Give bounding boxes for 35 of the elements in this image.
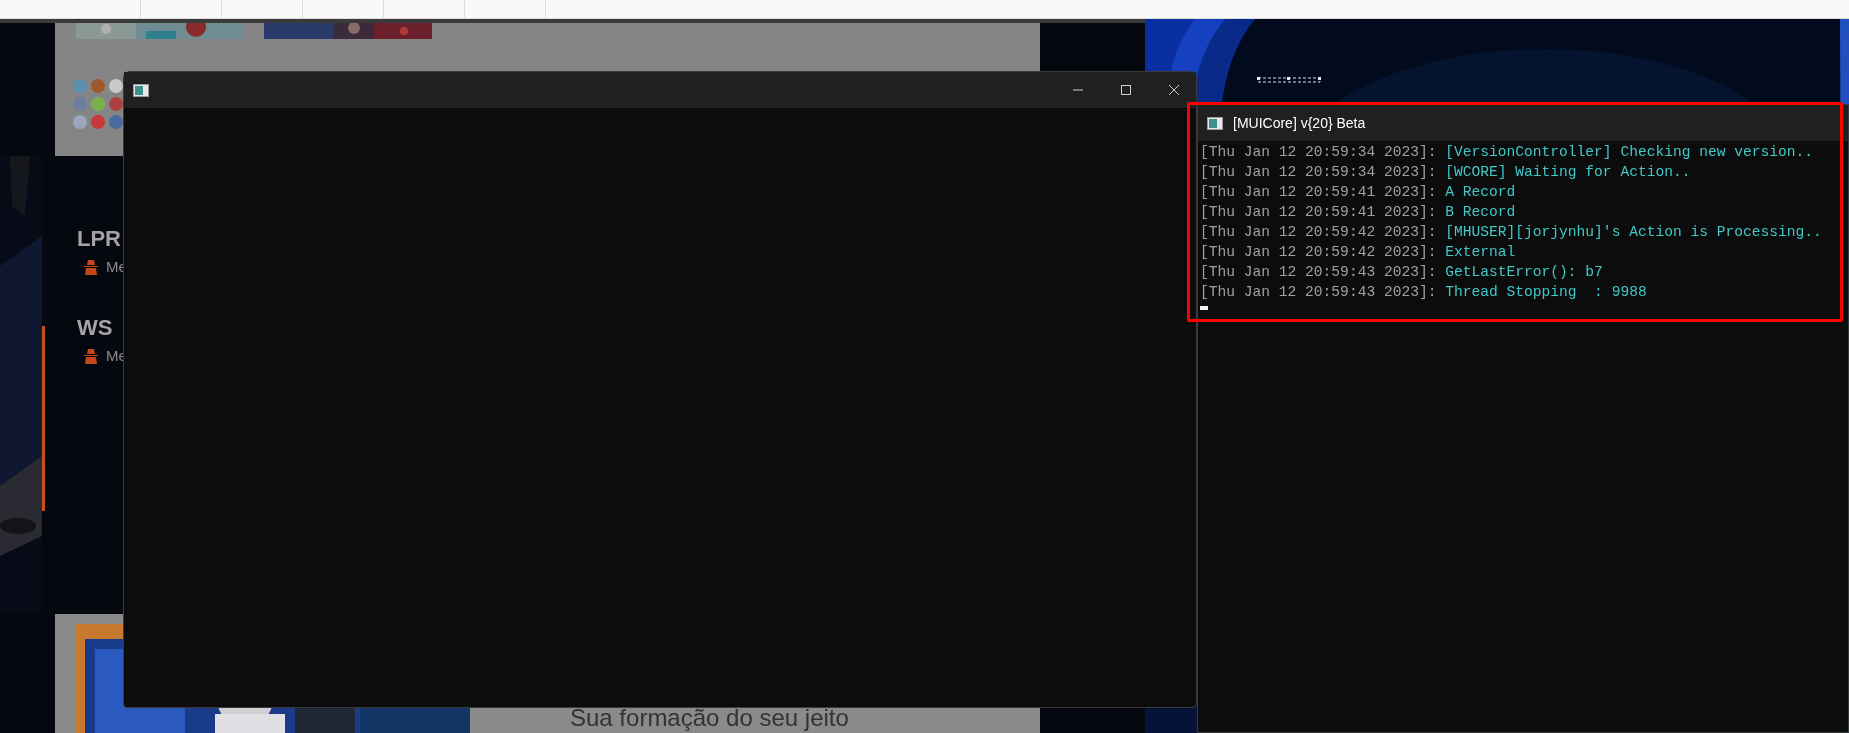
app-icon	[109, 79, 123, 93]
log-timestamp: [Thu Jan 12 20:59:43 2023]:	[1200, 263, 1437, 282]
app-icon	[109, 115, 123, 129]
article-title[interactable]: WS	[77, 315, 127, 341]
log-message: External	[1444, 243, 1516, 262]
log-message: A Record	[1444, 183, 1516, 202]
log-message: [MHUSER][jorjynhu]'s Action is Processing..	[1444, 223, 1822, 242]
log-message: Thread Stopping : 9988	[1444, 283, 1647, 302]
log-timestamp: [Thu Jan 12 20:59:41 2023]:	[1200, 183, 1437, 202]
close-icon	[1168, 84, 1180, 96]
banner-heading: Sua formação do seu jeito	[570, 704, 849, 733]
window-title: [MUICore] v{20} Beta	[1233, 115, 1366, 131]
log-message: [VersionController] Checking new version..	[1444, 143, 1814, 162]
log-timestamp: [Thu Jan 12 20:59:42 2023]:	[1200, 223, 1437, 242]
log-timestamp: [Thu Jan 12 20:59:34 2023]:	[1200, 163, 1437, 182]
app-icon	[109, 97, 123, 111]
log-message: B Record	[1444, 203, 1516, 222]
console-icon	[133, 83, 149, 97]
app-icon	[91, 97, 105, 111]
log-timestamp: [Thu Jan 12 20:59:42 2023]:	[1200, 243, 1437, 262]
selection-marquee-icon	[1257, 77, 1321, 83]
app-icon	[91, 115, 105, 129]
log-message: [WCORE] Waiting for Action..	[1444, 163, 1691, 182]
app-icon	[73, 79, 87, 93]
app-icon	[73, 97, 87, 111]
log-timestamp: [Thu Jan 12 20:59:43 2023]:	[1200, 283, 1437, 302]
maximize-icon	[1120, 84, 1132, 96]
article-title[interactable]: LPR	[77, 226, 127, 252]
log-timestamp: [Thu Jan 12 20:59:34 2023]:	[1200, 143, 1437, 162]
text-cursor	[1200, 306, 1208, 310]
app-icon	[73, 115, 87, 129]
app-icon	[91, 79, 105, 93]
log-timestamp: [Thu Jan 12 20:59:41 2023]:	[1200, 203, 1437, 222]
log-message: GetLastError(): b7	[1444, 263, 1603, 282]
console-icon	[1207, 116, 1223, 130]
